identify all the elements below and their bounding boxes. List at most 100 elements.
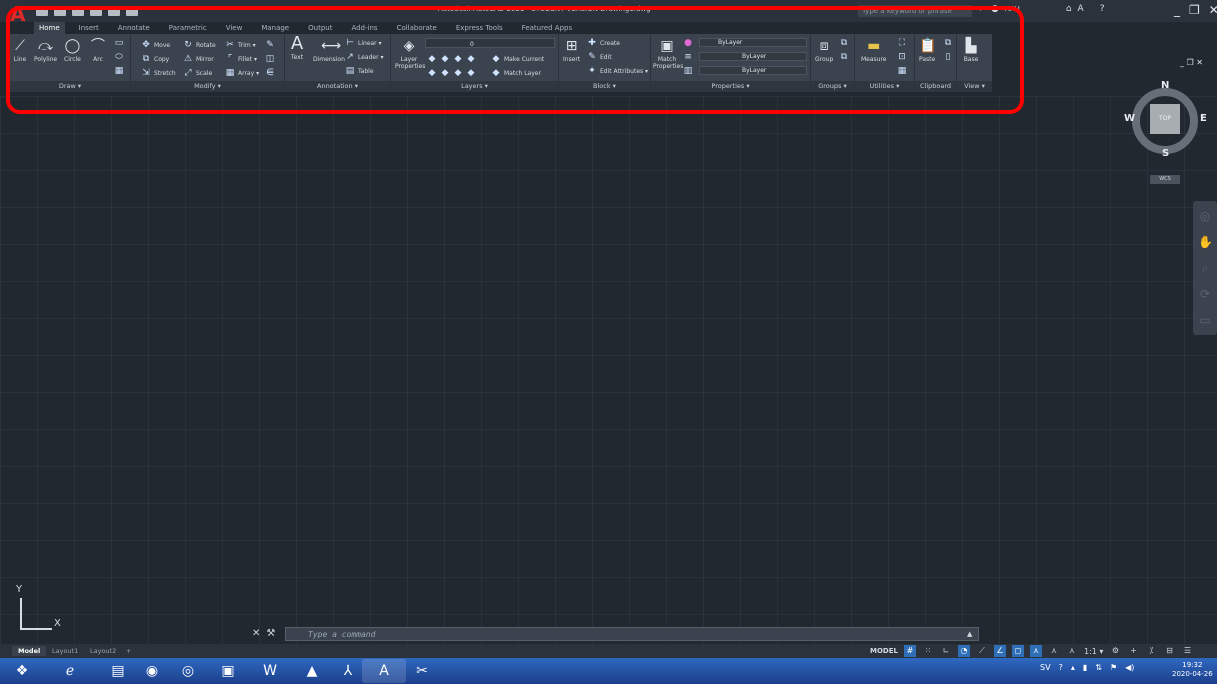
group-edit-button[interactable]: ⧉ bbox=[839, 52, 849, 62]
modify-panel-title[interactable]: Modify ▾ bbox=[131, 81, 284, 92]
autodesk-a360-icon[interactable]: A bbox=[1078, 4, 1084, 14]
steering-wheel-icon[interactable]: ◎ bbox=[1198, 209, 1212, 223]
make-current-button[interactable]: ◆ Make Current bbox=[491, 54, 545, 64]
linear-button[interactable]: ⊢ Linear ▾ bbox=[345, 38, 382, 48]
text-button[interactable]: A Text bbox=[289, 35, 305, 62]
dimension-button[interactable]: ⟷ Dimension bbox=[313, 38, 345, 63]
autocad-logo-icon[interactable]: A bbox=[10, 2, 28, 26]
draw-panel-title[interactable]: Draw ▾ bbox=[10, 81, 130, 92]
tab-express-tools[interactable]: Express Tools bbox=[451, 22, 508, 34]
command-customize-icon[interactable]: ⚒ bbox=[266, 628, 275, 639]
viewcube[interactable]: TOP N S E W bbox=[1124, 80, 1208, 164]
view-panel-title[interactable]: View ▾ bbox=[957, 81, 992, 92]
paste-button[interactable]: 📋 Paste bbox=[919, 38, 937, 63]
word-icon[interactable]: W bbox=[248, 659, 292, 683]
wcs-menu-button[interactable]: WCS bbox=[1150, 175, 1180, 184]
layer-lock-icon[interactable]: ◆ bbox=[466, 54, 476, 64]
command-input[interactable]: Type a command bbox=[285, 627, 979, 641]
showmotion-icon[interactable]: ▭ bbox=[1198, 313, 1212, 327]
select-all-button[interactable]: ⊡ bbox=[897, 52, 907, 62]
utilities-panel-title[interactable]: Utilities ▾ bbox=[855, 81, 914, 92]
windows-media-icon[interactable]: ▣ bbox=[206, 659, 250, 683]
layer-properties-button[interactable]: ◈ Layer Properties bbox=[395, 38, 425, 70]
transparency-icon[interactable]: ▥ bbox=[683, 66, 693, 76]
orbit-icon[interactable]: ⟳ bbox=[1198, 287, 1212, 301]
help-tray-icon[interactable]: ? bbox=[1059, 663, 1063, 672]
restore-icon[interactable]: ❐ bbox=[1189, 3, 1200, 17]
user-icon[interactable]: ● bbox=[991, 4, 999, 14]
quick-select-button[interactable]: ⛶ bbox=[897, 38, 907, 48]
move-button[interactable]: ✥ Move bbox=[141, 40, 170, 50]
cut-button[interactable]: ▯ bbox=[943, 52, 953, 62]
open-file-icon[interactable] bbox=[54, 6, 66, 16]
table-button[interactable]: ▤ Table bbox=[345, 66, 374, 76]
add-layout-button[interactable]: + bbox=[120, 646, 137, 656]
chrome-icon[interactable]: ◎ bbox=[166, 659, 210, 683]
block-panel-title[interactable]: Block ▾ bbox=[559, 81, 650, 92]
ortho-icon[interactable]: ∟ bbox=[940, 645, 952, 657]
copy-clip-button[interactable]: ⧉ bbox=[943, 38, 953, 48]
annotation-monitor-icon[interactable]: + bbox=[1127, 645, 1139, 657]
ellipse-button[interactable]: ⬭ bbox=[114, 52, 124, 62]
tab-parametric[interactable]: Parametric bbox=[164, 22, 212, 34]
rotate-button[interactable]: ↻ Rotate bbox=[183, 40, 215, 50]
edit-block-button[interactable]: ✎ Edit bbox=[587, 52, 611, 62]
annotation-visibility-icon[interactable]: ⋏ bbox=[1029, 645, 1042, 657]
compass-south[interactable]: S bbox=[1162, 148, 1169, 159]
array-button[interactable]: ▦ Array ▾ bbox=[225, 68, 259, 78]
help-icon[interactable]: ? bbox=[1100, 4, 1105, 14]
calculator-button[interactable]: ▦ bbox=[897, 66, 907, 76]
doc-restore-icon[interactable]: ❐ bbox=[1187, 58, 1194, 67]
doc-close-icon[interactable]: ✕ bbox=[1196, 58, 1203, 67]
offset-button[interactable]: ⋹ bbox=[265, 68, 275, 78]
match-layer-button[interactable]: ◆ Match Layer bbox=[491, 68, 541, 78]
tab-layout2[interactable]: Layout2 bbox=[84, 646, 122, 656]
fillet-button[interactable]: ⌜ Fillet ▾ bbox=[225, 54, 257, 64]
pan-icon[interactable]: ✋ bbox=[1198, 235, 1213, 249]
drawing-canvas[interactable] bbox=[0, 96, 1217, 644]
update-icon[interactable]: ⇅ bbox=[1095, 663, 1102, 672]
save-icon[interactable] bbox=[72, 6, 84, 16]
model-space-toggle[interactable]: MODEL bbox=[870, 647, 898, 655]
search-input[interactable]: Type a keyword or phrase bbox=[858, 5, 972, 17]
object-snap-icon[interactable]: ◻ bbox=[1011, 645, 1024, 657]
insert-button[interactable]: ⊞ Insert bbox=[563, 38, 580, 63]
layer-isolate-icon[interactable]: ◆ bbox=[427, 54, 437, 64]
object-snap-tracking-icon[interactable]: ∠ bbox=[993, 645, 1006, 657]
layer-dropdown[interactable]: 0 bbox=[425, 38, 555, 48]
copy-button[interactable]: ⧉ Copy bbox=[141, 54, 169, 64]
tab-output[interactable]: Output bbox=[303, 22, 337, 34]
plot-icon[interactable] bbox=[108, 6, 120, 16]
tab-add-ins[interactable]: Add-ins bbox=[346, 22, 382, 34]
minimize-icon[interactable]: _ bbox=[1174, 3, 1180, 17]
grid-icon[interactable]: # bbox=[903, 645, 916, 657]
tab-manage[interactable]: Manage bbox=[256, 22, 294, 34]
edit-attributes-button[interactable]: ✦ Edit Attributes ▾ bbox=[587, 66, 648, 76]
compass-north[interactable]: N bbox=[1161, 80, 1169, 91]
volume-icon[interactable]: ◀) bbox=[1125, 663, 1134, 672]
match-properties-button[interactable]: ▣ Match Properties bbox=[653, 38, 683, 70]
layer-freeze-icon[interactable]: ◆ bbox=[440, 54, 450, 64]
ungroup-button[interactable]: ⧉ bbox=[839, 38, 849, 48]
rectangle-button[interactable]: ▭ bbox=[114, 38, 124, 48]
arc-button[interactable]: ⌒ Arc bbox=[90, 38, 106, 63]
circle-button[interactable]: ◯ Circle bbox=[64, 38, 81, 63]
internet-explorer-icon[interactable]: ℯ bbox=[48, 659, 92, 683]
scale-button[interactable]: ⤢ Scale bbox=[183, 68, 212, 78]
new-file-icon[interactable] bbox=[36, 6, 48, 16]
doc-minimize-icon[interactable]: _ bbox=[1180, 58, 1184, 67]
linetype-dropdown[interactable]: ByLayer bbox=[699, 52, 807, 61]
mirror-button[interactable]: ⚠ Mirror bbox=[183, 54, 214, 64]
annotation-scale-icon[interactable]: ⋏ bbox=[1066, 645, 1078, 657]
user-name[interactable]: AAU bbox=[1005, 5, 1020, 13]
snap-icon[interactable]: ⁙ bbox=[922, 645, 934, 657]
network-icon[interactable]: ▮ bbox=[1083, 663, 1087, 672]
command-history-arrow-icon[interactable]: ▲ bbox=[967, 630, 972, 638]
start-button-icon[interactable]: ❖ bbox=[0, 659, 44, 683]
viewcube-top-face[interactable]: TOP bbox=[1150, 104, 1180, 134]
measure-button[interactable]: ▬ Measure bbox=[861, 38, 887, 63]
explode-button[interactable]: ◫ bbox=[265, 54, 275, 64]
compass-west[interactable]: W bbox=[1124, 113, 1135, 124]
layer-on-icon[interactable]: ◆ bbox=[453, 68, 463, 78]
units-icon[interactable]: ⁒ bbox=[1145, 645, 1157, 657]
